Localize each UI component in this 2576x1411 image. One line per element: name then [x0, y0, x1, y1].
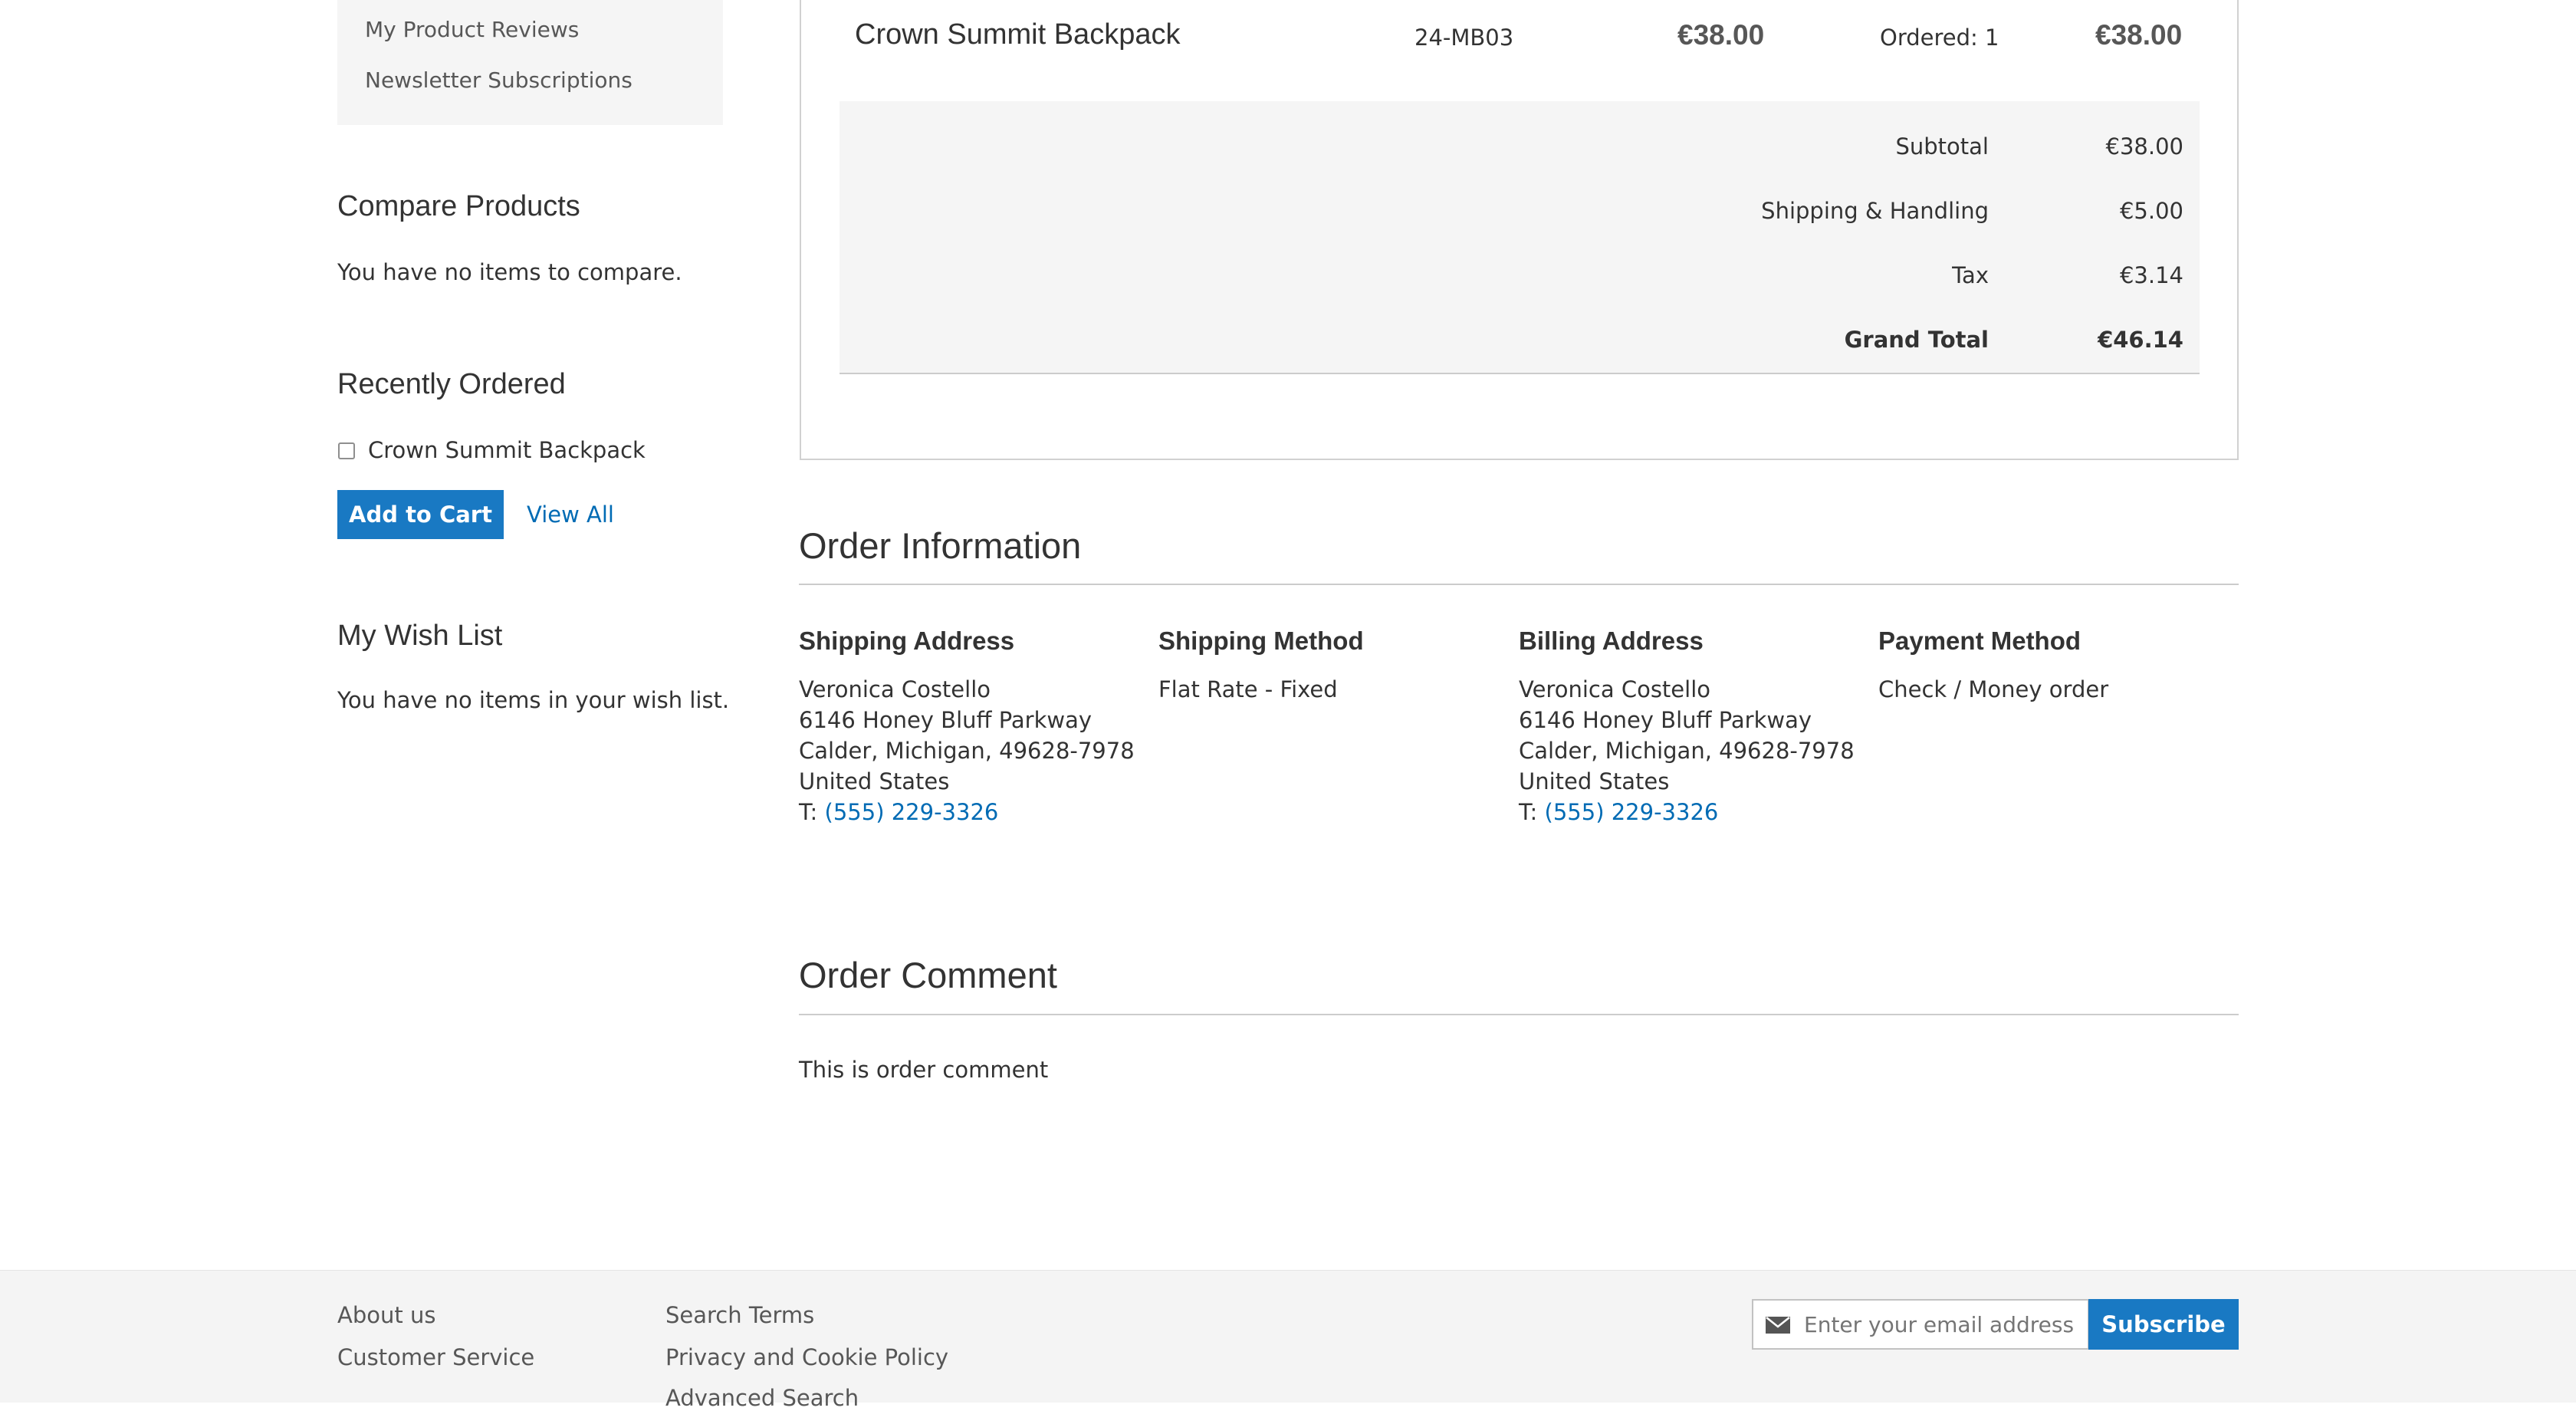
view-all-link[interactable]: View All: [527, 502, 614, 528]
billing-address-country: United States: [1519, 768, 1670, 794]
item-sku: 24-MB03: [1414, 25, 1514, 51]
footer-link-about-us[interactable]: About us: [337, 1302, 435, 1328]
shipping-address-street: 6146 Honey Bluff Parkway: [799, 707, 1092, 733]
compare-products-title: Compare Products: [337, 190, 580, 222]
newsletter-email-input[interactable]: [1804, 1307, 2080, 1342]
payment-method-value: Check / Money order: [1878, 676, 2109, 702]
tax-value: €3.14: [2119, 262, 2183, 288]
payment-method-title: Payment Method: [1878, 627, 2082, 655]
grand-total-value: €46.14: [2098, 327, 2183, 353]
item-subtotal: €38.00: [2095, 19, 2183, 51]
order-information-divider: [799, 584, 2239, 585]
nav-item-my-product-reviews[interactable]: My Product Reviews: [365, 17, 579, 42]
billing-phone-prefix: T:: [1519, 799, 1545, 825]
order-comment-text: This is order comment: [799, 1057, 1049, 1083]
grand-total-label: Grand Total: [1844, 327, 1989, 353]
wish-list-empty-text: You have no items in your wish list.: [337, 687, 730, 713]
newsletter-field[interactable]: [1752, 1299, 2089, 1350]
shipping-address-country: United States: [799, 768, 950, 794]
billing-address-name: Veronica Costello: [1519, 676, 1710, 702]
order-comment-title: Order Comment: [799, 955, 1057, 995]
footer-link-search-terms[interactable]: Search Terms: [665, 1302, 814, 1328]
subtotal-label: Subtotal: [1895, 133, 1989, 160]
tax-label: Tax: [1952, 262, 1989, 288]
subtotal-value: €38.00: [2105, 133, 2183, 160]
shipping-address: Veronica Costello 6146 Honey Bluff Parkw…: [799, 674, 1135, 827]
recently-ordered-item-label: Crown Summit Backpack: [368, 437, 646, 463]
item-price: €38.00: [1677, 19, 1765, 51]
shipping-method-title: Shipping Method: [1158, 627, 1364, 655]
billing-phone-link[interactable]: (555) 229-3326: [1545, 799, 1719, 825]
order-totals: [840, 101, 2200, 374]
billing-address-city: Calder, Michigan, 49628-7978: [1519, 738, 1855, 764]
wish-list-title: My Wish List: [337, 620, 503, 652]
compare-empty-text: You have no items to compare.: [337, 259, 682, 285]
shipping-handling-label: Shipping & Handling: [1761, 198, 1989, 224]
billing-address-phone-row: T: (555) 229-3326: [1519, 797, 1855, 827]
footer-link-privacy-cookie-policy[interactable]: Privacy and Cookie Policy: [665, 1344, 948, 1370]
shipping-method-value: Flat Rate - Fixed: [1158, 676, 1338, 702]
shipping-address-city: Calder, Michigan, 49628-7978: [799, 738, 1135, 764]
item-qty: Ordered: 1: [1880, 25, 1999, 51]
shipping-address-name: Veronica Costello: [799, 676, 991, 702]
shipping-handling-value: €5.00: [2119, 198, 2183, 224]
shipping-address-title: Shipping Address: [799, 627, 1015, 655]
billing-address-title: Billing Address: [1519, 627, 1704, 655]
recently-ordered-item-checkbox[interactable]: [338, 442, 355, 459]
add-to-cart-button[interactable]: Add to Cart: [337, 490, 504, 539]
shipping-phone-prefix: T:: [799, 799, 825, 825]
envelope-icon: [1766, 1317, 1790, 1334]
shipping-phone-link[interactable]: (555) 229-3326: [825, 799, 999, 825]
item-name: Crown Summit Backpack: [855, 18, 1181, 51]
subscribe-button[interactable]: Subscribe: [2088, 1299, 2239, 1350]
footer-link-advanced-search[interactable]: Advanced Search: [665, 1385, 859, 1411]
footer-link-customer-service[interactable]: Customer Service: [337, 1344, 534, 1370]
account-nav: My Product Reviews Newsletter Subscripti…: [337, 0, 723, 125]
order-information-title: Order Information: [799, 525, 1082, 566]
shipping-address-phone-row: T: (555) 229-3326: [799, 797, 1135, 827]
recently-ordered-title: Recently Ordered: [337, 368, 566, 400]
nav-item-newsletter-subscriptions[interactable]: Newsletter Subscriptions: [365, 67, 632, 93]
billing-address: Veronica Costello 6146 Honey Bluff Parkw…: [1519, 674, 1855, 827]
billing-address-street: 6146 Honey Bluff Parkway: [1519, 707, 1812, 733]
order-comment-divider: [799, 1014, 2239, 1015]
